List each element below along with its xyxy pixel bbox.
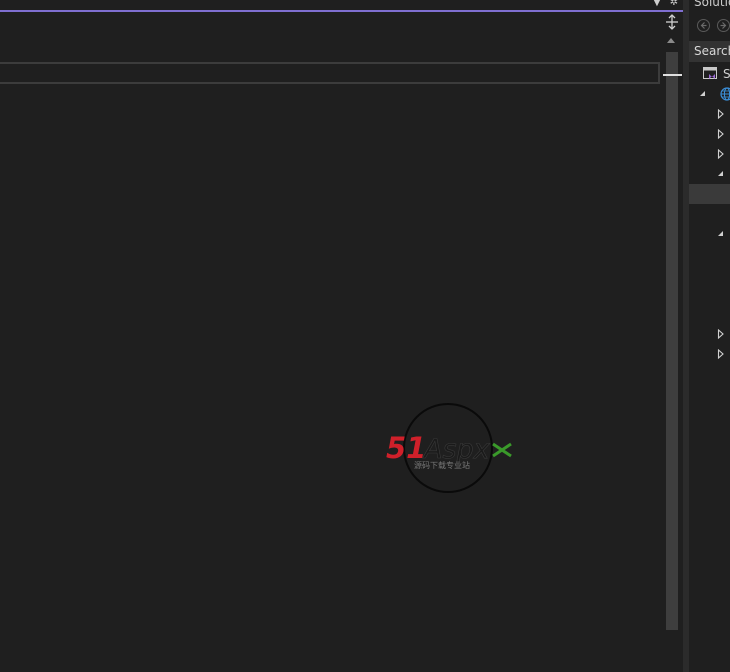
tree-item[interactable] [689, 224, 730, 244]
scrollbar-thumb[interactable] [666, 52, 678, 630]
active-tab-accent-line [0, 10, 683, 12]
chevron-down-icon[interactable] [699, 90, 706, 97]
split-editor-icon[interactable] [665, 14, 679, 30]
chevron-down-icon[interactable] [717, 170, 724, 177]
arrow-left-icon[interactable] [697, 19, 710, 32]
tree-item-selected[interactable] [689, 184, 730, 204]
ide-window: ▼ ✲ Solutio Search [0, 0, 730, 672]
visual-studio-solution-icon [703, 67, 717, 79]
tree-item[interactable] [689, 344, 730, 364]
solution-search-input[interactable]: Search [689, 41, 730, 62]
tree-item[interactable] [689, 104, 730, 124]
solution-tree[interactable]: S [689, 64, 730, 364]
watermark-logo: 51 Aspx 源码下载专业站 [386, 403, 512, 493]
chevron-down-icon[interactable] [717, 230, 724, 237]
tree-item-web-project[interactable] [689, 84, 730, 104]
gear-icon[interactable]: ✲ [667, 0, 681, 9]
chevron-down-icon[interactable]: ▼ [650, 0, 664, 9]
vertical-scrollbar[interactable] [663, 12, 682, 672]
tree-item[interactable] [689, 124, 730, 144]
panel-title: Solutio [694, 0, 730, 9]
find-bar-input[interactable] [0, 62, 660, 84]
solution-explorer-panel: Solutio Search S [689, 0, 730, 672]
globe-icon [720, 87, 730, 101]
chevron-right-icon[interactable] [717, 109, 725, 119]
scroll-up-arrow-icon[interactable] [667, 38, 675, 43]
scroll-caret-marker [663, 74, 682, 76]
watermark-number: 51 [386, 431, 426, 465]
tree-item-solution[interactable]: S [689, 64, 730, 84]
chevron-right-icon[interactable] [717, 329, 725, 339]
arrow-right-icon[interactable] [717, 19, 730, 32]
code-editor[interactable] [0, 0, 663, 672]
chevron-right-icon[interactable] [717, 349, 725, 359]
tree-item[interactable] [689, 324, 730, 344]
chevron-right-icon[interactable] [717, 149, 725, 159]
watermark-subtitle: 源码下载专业站 [414, 460, 470, 470]
tree-item-label: S [723, 67, 730, 81]
chevron-right-icon[interactable] [717, 129, 725, 139]
tree-item[interactable] [689, 164, 730, 184]
tree-item[interactable] [689, 144, 730, 164]
